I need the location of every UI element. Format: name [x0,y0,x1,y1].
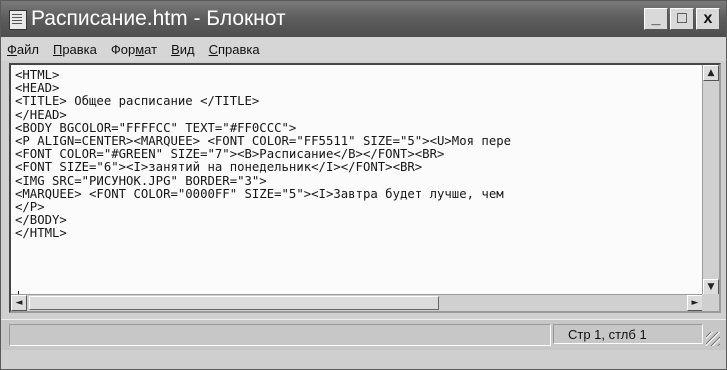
scroll-right-button[interactable]: ► [687,295,703,311]
code-line: <P ALIGN=CENTER><MARQUEE> <FONT COLOR="F… [15,134,512,149]
scroll-down-button[interactable]: ▼ [703,279,719,295]
title-bar[interactable]: Расписание.htm - Блокнот _ □ x [1,1,726,37]
menu-edit[interactable]: Правка [53,42,97,57]
notepad-icon[interactable] [9,10,27,30]
horizontal-scroll-thumb[interactable] [29,296,439,310]
code-line: </HEAD> [15,107,67,122]
code-line: <FONT SIZE="6"><I>занятий на понедельник… [15,160,423,175]
horizontal-scrollbar[interactable]: ◄ ► [11,294,703,311]
code-line: <HTML> [15,68,60,82]
maximize-button[interactable]: □ [670,8,694,30]
editor-text[interactable]: <HTML> <HEAD> <TITLE> Общее расписание <… [15,68,512,241]
minimize-button[interactable]: _ [644,8,668,30]
menu-format[interactable]: Формат [111,42,157,57]
code-line: <IMG SRC="РИСУНОК.JPG" BORDER="3"> [15,173,267,188]
notepad-window: Расписание.htm - Блокнот _ □ x Файл Прав… [0,0,727,370]
scrollbar-corner [702,294,719,311]
code-line: </P> [15,200,45,215]
status-bar: Стр 1, стлб 1 [1,319,726,350]
window-title: Расписание.htm - Блокнот [31,7,286,30]
window-controls: _ □ x [644,8,720,30]
close-button[interactable]: x [696,8,720,30]
cursor-position: Стр 1, стлб 1 [553,324,703,344]
code-line: <BODY BGCOLOR="FFFFCC" TEXT="#FF0CCC"> [15,120,297,135]
code-line: <MARQUEE> <FONT COLOR="0000FF" SIZE="5">… [15,186,504,201]
text-editor[interactable]: <HTML> <HEAD> <TITLE> Общее расписание <… [9,63,721,313]
menu-file[interactable]: Файл [7,42,39,57]
code-line: <HEAD> [15,81,60,96]
code-line: </BODY> [15,213,67,228]
menu-view[interactable]: Вид [171,42,195,57]
scroll-up-button[interactable]: ▲ [703,65,719,81]
code-line: <FONT COLOR="#GREEN" SIZE="7"><B>Расписа… [15,147,445,162]
menu-bar: Файл Правка Формат Вид Справка [1,37,726,61]
scroll-left-button[interactable]: ◄ [11,295,27,311]
code-line: </HTML> [15,226,67,241]
code-line: <TITLE> Общее расписание </TITLE> [15,94,260,109]
menu-help[interactable]: Справка [209,42,260,57]
status-panel [9,324,551,346]
resize-grip-icon[interactable] [706,332,720,346]
vertical-scrollbar[interactable]: ▲ ▼ [702,65,719,295]
